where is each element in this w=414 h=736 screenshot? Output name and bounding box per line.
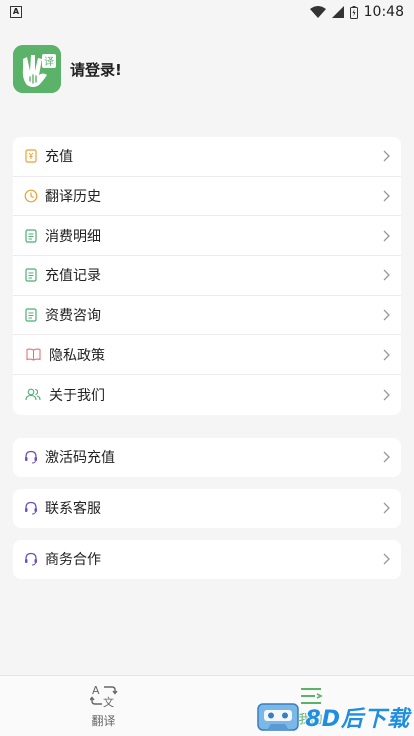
- chevron-right-icon: [383, 190, 390, 202]
- cassette-icon: [257, 703, 300, 731]
- menu-item-label: 资费咨询: [45, 308, 101, 325]
- menu-item-label: 充值: [45, 149, 73, 166]
- people-icon: [25, 387, 41, 403]
- status-left: A: [10, 6, 22, 18]
- document-icon: [23, 307, 39, 323]
- menu-item-label: 激活码充值: [45, 450, 115, 467]
- chevron-right-icon: [383, 451, 390, 463]
- wifi-icon: [309, 6, 326, 18]
- menu-card-activation: 激活码充值: [13, 437, 401, 477]
- menu-item-translation-history[interactable]: 翻译历史: [13, 177, 401, 217]
- watermark: 8D后下载: [249, 698, 414, 736]
- chevron-right-icon: [383, 502, 390, 514]
- menu-item-recharge-records[interactable]: 充值记录: [13, 256, 401, 296]
- menu-item-about-us[interactable]: 关于我们: [13, 375, 401, 415]
- menu-card-support: 联系客服: [13, 488, 401, 528]
- chevron-right-icon: [383, 389, 390, 401]
- status-right: 10:48: [309, 4, 404, 20]
- status-time: 10:48: [363, 4, 404, 20]
- menu-item-label: 商务合作: [45, 552, 101, 569]
- battery-icon: [349, 5, 358, 19]
- menu-item-tariff-consultation[interactable]: 资费咨询: [13, 296, 401, 336]
- headset-icon: [23, 500, 39, 516]
- menu-card-main: 充值 翻译历史 消费明细 充值记录 资费咨询 隐私政策 关于我们: [13, 137, 401, 415]
- status-app-badge: A: [10, 6, 22, 18]
- menu-item-recharge[interactable]: 充值: [13, 137, 401, 177]
- headset-icon: [23, 551, 39, 567]
- chevron-right-icon: [383, 309, 390, 321]
- profile-header[interactable]: 译 请登录!: [0, 24, 414, 100]
- recharge-icon: [23, 148, 39, 164]
- svg-text:译: 译: [44, 56, 54, 68]
- menu-item-label: 联系客服: [45, 501, 101, 518]
- app-logo: 译: [13, 45, 61, 93]
- menu-card-business: 商务合作: [13, 539, 401, 579]
- menu-item-activation-code-recharge[interactable]: 激活码充值: [13, 438, 401, 477]
- book-icon: [25, 347, 41, 363]
- chevron-right-icon: [383, 150, 390, 162]
- watermark-text: 8D后下载: [305, 707, 410, 732]
- translate-icon: A 文: [89, 684, 118, 709]
- menu-item-business-cooperation[interactable]: 商务合作: [13, 540, 401, 579]
- chevron-right-icon: [383, 553, 390, 565]
- status-bar: A 10:48: [0, 0, 414, 24]
- menu-item-consumption-details[interactable]: 消费明细: [13, 216, 401, 257]
- chevron-right-icon: [383, 269, 390, 281]
- menu-item-contact-support[interactable]: 联系客服: [13, 489, 401, 528]
- svg-text:文: 文: [103, 695, 114, 709]
- clock-icon: [23, 188, 39, 204]
- menu-item-label: 消费明细: [45, 228, 101, 245]
- nav-tab-translate[interactable]: A 文 翻译: [0, 676, 207, 736]
- signal-icon: [331, 6, 344, 18]
- hand-logo-icon: 译: [13, 45, 61, 93]
- login-prompt[interactable]: 请登录!: [70, 59, 122, 80]
- chevron-right-icon: [383, 349, 390, 361]
- headset-icon: [23, 449, 39, 465]
- chevron-right-icon: [383, 230, 390, 242]
- menu-item-label: 关于我们: [49, 387, 105, 404]
- document-icon: [23, 228, 39, 244]
- menu-item-label: 隐私政策: [49, 347, 105, 364]
- menu-item-privacy-policy[interactable]: 隐私政策: [13, 335, 401, 376]
- document-icon: [23, 267, 39, 283]
- svg-text:A: A: [92, 684, 100, 697]
- menu-item-label: 充值记录: [45, 268, 101, 285]
- menu-item-label: 翻译历史: [45, 189, 101, 206]
- nav-tab-translate-label: 翻译: [91, 714, 116, 728]
